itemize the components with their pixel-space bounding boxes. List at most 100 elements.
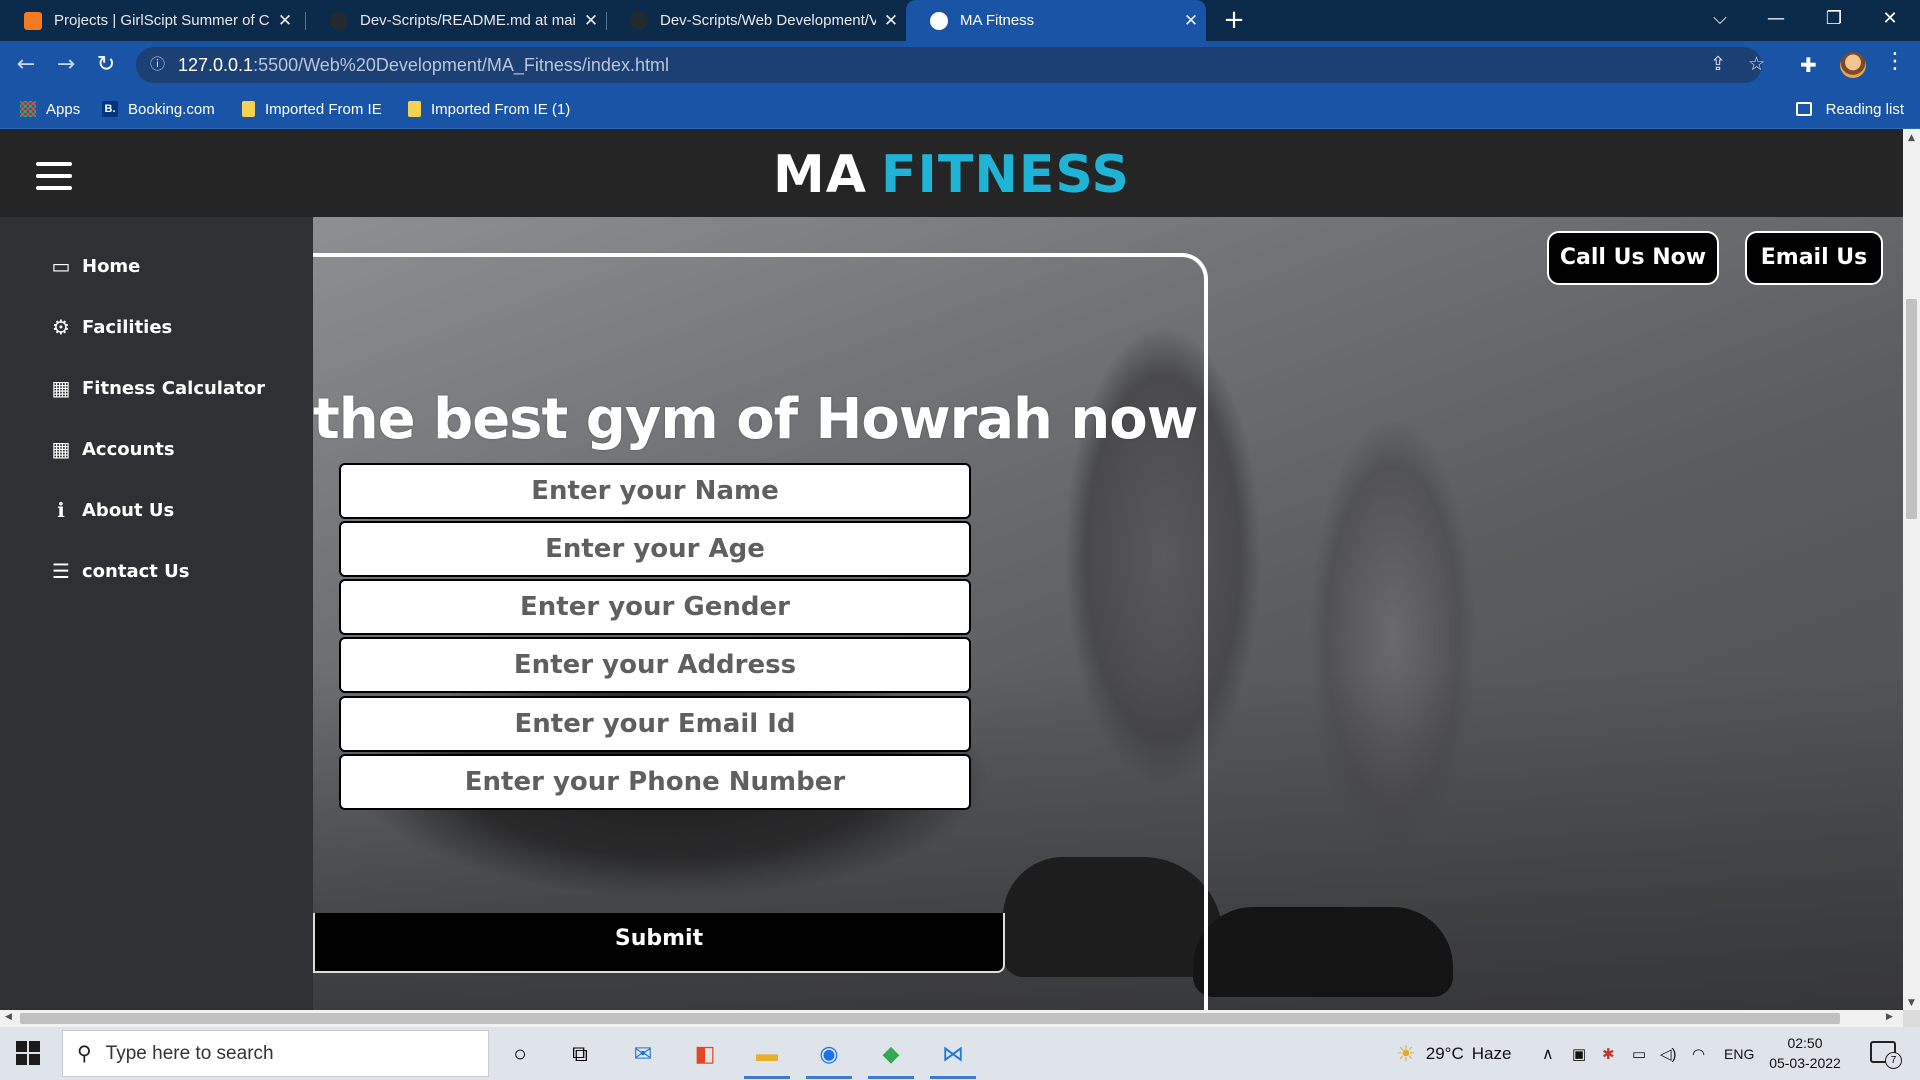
volume-icon[interactable]: ◁) — [1660, 1027, 1677, 1080]
folder-icon — [242, 101, 255, 117]
task-view-icon[interactable]: ⧉ — [563, 1037, 597, 1071]
address-input[interactable] — [339, 637, 971, 693]
language-indicator[interactable]: ENG — [1724, 1027, 1754, 1080]
nav-about-us[interactable]: ℹ About Us — [48, 495, 174, 525]
restore-button[interactable]: ❐ — [1806, 0, 1862, 41]
photos-app-icon[interactable]: ◆ — [868, 1037, 914, 1079]
weather-haze-icon: ☀ — [1396, 1040, 1416, 1066]
tab-girlscript[interactable]: Projects | GirlScipt Summer of Co ✕ — [0, 0, 300, 41]
close-tab-icon[interactable]: ✕ — [576, 11, 606, 31]
scroll-down-icon[interactable]: ▼ — [1903, 998, 1920, 1008]
vscode-icon[interactable]: ⋈ — [930, 1037, 976, 1079]
info-icon: ℹ — [57, 498, 65, 522]
site-logo[interactable]: MA FITNESS — [0, 145, 1903, 205]
minimize-button[interactable]: — — [1748, 0, 1804, 41]
extensions-puzzle-icon[interactable]: ✚ — [1800, 53, 1817, 77]
tab-title: Projects | GirlScipt Summer of Co — [54, 12, 270, 29]
gender-input[interactable] — [339, 579, 971, 635]
bookmarks-bar: Apps B. Booking.com Imported From IE Imp… — [0, 89, 1920, 129]
browser-tab-strip: Projects | GirlScipt Summer of Co ✕ Dev-… — [0, 0, 1920, 41]
nav-label: Accounts — [82, 438, 175, 460]
share-icon[interactable]: ⇪ — [1710, 47, 1726, 83]
horizontal-scrollbar[interactable]: ◀ ▶ — [0, 1010, 1903, 1027]
mail-icon[interactable]: ✉ — [626, 1037, 660, 1071]
reading-list-label: Reading list — [1825, 100, 1904, 118]
nav-label: Home — [82, 255, 141, 277]
search-placeholder: Type here to search — [105, 1042, 274, 1064]
table-icon: ▦ — [51, 376, 71, 400]
nav-home[interactable]: ▭ Home — [48, 251, 141, 281]
scroll-right-icon[interactable]: ▶ — [1886, 1012, 1893, 1022]
nav-contact-us[interactable]: ☰ contact Us — [48, 556, 189, 586]
tab-ma-fitness[interactable]: MA Fitness ✕ — [906, 0, 1206, 41]
battery-icon[interactable]: ▭ — [1632, 1027, 1646, 1080]
chrome-menu-icon[interactable]: ⋮ — [1884, 49, 1906, 74]
email-us-button[interactable]: Email Us — [1745, 231, 1883, 285]
submit-button[interactable]: Submit — [313, 913, 1005, 973]
reading-list-button[interactable]: Reading list — [1795, 89, 1904, 129]
email-input[interactable] — [339, 696, 971, 752]
nav-accounts[interactable]: ▦ Accounts — [48, 434, 175, 464]
logo-ma: MA — [773, 145, 868, 205]
nav-facilities[interactable]: ⚙ Facilities — [48, 312, 172, 342]
page-viewport: MA FITNESS ▭ Home ⚙ Facilities ▦ Fitness … — [0, 129, 1903, 1010]
booking-icon: B. — [102, 101, 118, 117]
windows-start-icon[interactable] — [16, 1041, 40, 1065]
tab-web-development[interactable]: Dev-Scripts/Web Development/V ✕ — [606, 0, 906, 41]
close-tab-icon[interactable]: ✕ — [270, 11, 300, 31]
vertical-scrollbar[interactable]: ▲ ▼ — [1903, 129, 1920, 1010]
url-path: :5500/Web%20Development/MA_Fitness/index… — [253, 55, 669, 75]
reading-list-icon — [1795, 102, 1812, 116]
hero-tagline: the best gym of Howrah now — [313, 387, 1198, 452]
bookmark-imported-ie[interactable]: Imported From IE — [242, 89, 382, 129]
taskbar-search-box[interactable]: ⚲ Type here to search — [62, 1030, 489, 1077]
back-button[interactable]: ← — [12, 51, 40, 79]
call-us-button[interactable]: Call Us Now — [1547, 231, 1719, 285]
office-icon[interactable]: ◧ — [688, 1037, 722, 1071]
scroll-left-icon[interactable]: ◀ — [5, 1012, 12, 1022]
bookmark-booking[interactable]: B. Booking.com — [102, 89, 215, 129]
tab-readme[interactable]: Dev-Scripts/README.md at main ✕ — [306, 0, 606, 41]
new-tab-button[interactable]: + — [1220, 6, 1248, 34]
reload-button[interactable]: ↻ — [92, 51, 120, 79]
file-explorer-icon[interactable]: ▬ — [744, 1037, 790, 1079]
github-favicon-icon — [330, 11, 348, 30]
tray-app-icon[interactable]: ✱ — [1602, 1027, 1615, 1080]
meet-now-icon[interactable]: ▣ — [1572, 1027, 1586, 1080]
notification-count-badge: 7 — [1885, 1052, 1902, 1069]
chrome-taskbar-icon[interactable]: ◉ — [806, 1037, 852, 1079]
bookmark-label: Apps — [46, 100, 81, 118]
site-info-icon[interactable]: ⓘ — [150, 47, 165, 83]
apps-grid-icon — [20, 101, 36, 117]
monitor-icon: ▭ — [51, 254, 71, 278]
close-window-button[interactable]: ✕ — [1862, 0, 1918, 41]
close-tab-icon[interactable]: ✕ — [876, 11, 906, 31]
url-host: 127.0.0.1 — [178, 55, 254, 75]
profile-avatar[interactable] — [1840, 52, 1866, 78]
tab-title: MA Fitness — [960, 12, 1035, 29]
close-tab-icon[interactable]: ✕ — [1176, 11, 1206, 31]
tab-search-dropdown-icon[interactable]: ⌵ — [1692, 0, 1748, 41]
nav-fitness-calculator[interactable]: ▦ Fitness Calculator — [48, 373, 265, 403]
show-hidden-icons[interactable]: ∧ — [1542, 1027, 1554, 1080]
name-input[interactable] — [339, 463, 971, 519]
forward-button[interactable]: → — [52, 51, 80, 79]
notification-center-icon[interactable]: 7 — [1870, 1041, 1902, 1069]
site-header: MA FITNESS — [0, 129, 1903, 217]
girlscript-favicon-icon — [24, 11, 42, 30]
horizontal-scroll-thumb[interactable] — [20, 1013, 1840, 1024]
cortana-icon[interactable]: ○ — [503, 1037, 537, 1071]
nav-label: contact Us — [82, 560, 190, 582]
bookmark-imported-ie-1[interactable]: Imported From IE (1) — [408, 89, 570, 129]
phone-input[interactable] — [339, 754, 971, 810]
weather-widget[interactable]: ☀ 29°C Haze — [1396, 1027, 1511, 1080]
vertical-scroll-thumb[interactable] — [1906, 299, 1917, 519]
age-input[interactable] — [339, 521, 971, 577]
folder-icon — [408, 101, 421, 117]
scroll-up-icon[interactable]: ▲ — [1903, 133, 1920, 143]
bookmark-star-icon[interactable]: ☆ — [1748, 47, 1765, 83]
bookmark-apps[interactable]: Apps — [20, 89, 80, 129]
taskbar-clock[interactable]: 02:50 05-03-2022 — [1760, 1033, 1850, 1073]
address-bar[interactable]: ⓘ 127.0.0.1:5500/Web%20Development/MA_Fi… — [136, 47, 1765, 83]
wifi-icon[interactable]: ◠ — [1692, 1027, 1705, 1080]
